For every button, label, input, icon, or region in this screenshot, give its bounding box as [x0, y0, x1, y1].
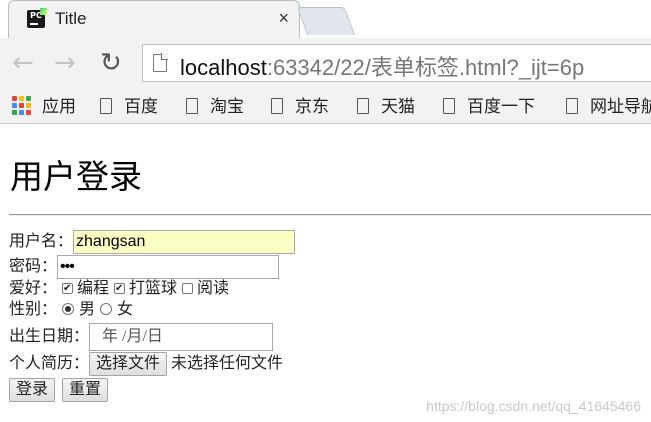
hobby-option-label: 打篮球: [129, 280, 178, 297]
choose-file-button[interactable]: 选择文件: [89, 352, 168, 377]
hobby-option-label: 编程: [77, 280, 110, 297]
password-row: 密码： •••: [9, 255, 280, 279]
bookmark-label: 百度一下: [467, 97, 535, 116]
browser-tab[interactable]: PC Title ×: [8, 0, 300, 38]
bookmark-tmall[interactable]: 天猫: [357, 94, 415, 120]
reload-icon[interactable]: ↻: [100, 48, 122, 78]
password-input[interactable]: •••: [57, 255, 280, 279]
hobby-checkbox-reading[interactable]: [182, 282, 194, 294]
document-icon: [100, 97, 112, 114]
bookmarks-bar: 应用 百度 淘宝 京东 天猫 百度一下 网址导航: [0, 90, 651, 124]
bookmark-apps[interactable]: 应用: [12, 94, 76, 120]
tab-title: Title: [55, 9, 87, 28]
actions-row: 登录 重置: [9, 378, 109, 403]
hobby-row: 爱好： 编程 打篮球 阅读: [9, 278, 229, 300]
close-icon[interactable]: ×: [278, 8, 289, 28]
apps-grid-icon: [12, 95, 32, 116]
password-label: 密码：: [9, 258, 58, 275]
birthdate-label: 出生日期：: [9, 328, 90, 346]
bookmark-taobao[interactable]: 淘宝: [186, 94, 244, 120]
username-row: 用户名： zhangsan: [9, 230, 296, 254]
file-status-text: 未选择任何文件: [171, 355, 284, 373]
gender-row: 性别： 男 女: [9, 299, 133, 321]
bookmark-label: 淘宝: [210, 97, 244, 116]
gender-radio-female[interactable]: [100, 303, 113, 316]
hobby-checkbox-basketball[interactable]: [114, 278, 126, 300]
bookmark-baidu[interactable]: 百度: [100, 94, 158, 120]
url-host: localhost: [180, 55, 267, 80]
document-icon: [186, 97, 198, 114]
resume-row: 个人简历： 选择文件 未选择任何文件: [9, 352, 284, 377]
bookmark-label: 百度: [124, 97, 158, 116]
document-icon: [271, 97, 283, 114]
hobby-label: 爱好：: [9, 280, 58, 298]
page-info-icon[interactable]: [153, 53, 168, 72]
document-icon: [566, 97, 578, 114]
birthdate-input[interactable]: 年 /月/日: [89, 323, 274, 352]
gender-option-label: 女: [117, 301, 134, 318]
url-text: localhost:63342/22/表单标签.html?_ijt=6p: [180, 50, 584, 82]
username-input[interactable]: zhangsan: [73, 230, 296, 254]
watermark: https://blog.csdn.net/qq_41645466: [426, 398, 641, 414]
page-title: 用户登录: [10, 160, 142, 196]
bookmark-nav[interactable]: 网址导航: [566, 94, 651, 120]
bookmark-label: 京东: [295, 97, 329, 116]
username-label: 用户名：: [9, 233, 74, 250]
gender-option-label: 男: [79, 301, 96, 318]
tab-strip: PC Title ×: [0, 0, 651, 38]
hobby-option-label: 阅读: [197, 280, 230, 297]
resume-label: 个人简历：: [9, 355, 90, 373]
birthdate-row: 出生日期：年 /月/日: [9, 323, 274, 352]
bookmark-jd[interactable]: 京东: [271, 94, 329, 120]
pycharm-icon: PC: [27, 8, 47, 28]
url-path: :63342/22/表单标签.html?_ijt=6p: [266, 55, 585, 80]
hobby-checkbox-coding[interactable]: [62, 278, 74, 300]
new-tab-button[interactable]: [296, 7, 356, 35]
gender-radio-male[interactable]: [62, 303, 75, 316]
bookmark-label: 天猫: [381, 97, 415, 116]
forward-arrow-icon[interactable]: →: [54, 48, 76, 78]
bookmark-label: 应用: [42, 97, 76, 116]
login-button[interactable]: 登录: [9, 378, 56, 403]
document-icon: [357, 97, 369, 114]
bookmark-label: 网址导航: [590, 97, 651, 116]
browser-toolbar: ← → ↻ localhost:63342/22/表单标签.html?_ijt=…: [0, 38, 651, 90]
page-content: 用户登录 用户名：zhangsan 密码：••• 爱好： 编程 打篮球 阅读 性别： 男…: [0, 124, 651, 422]
back-arrow-icon[interactable]: ←: [12, 48, 34, 78]
gender-label: 性别：: [9, 301, 58, 319]
document-icon: [443, 97, 455, 114]
bookmark-baidu-search[interactable]: 百度一下: [443, 94, 535, 120]
divider: [9, 214, 651, 216]
address-bar[interactable]: localhost:63342/22/表单标签.html?_ijt=6p: [142, 44, 651, 82]
reset-button[interactable]: 重置: [62, 378, 109, 403]
